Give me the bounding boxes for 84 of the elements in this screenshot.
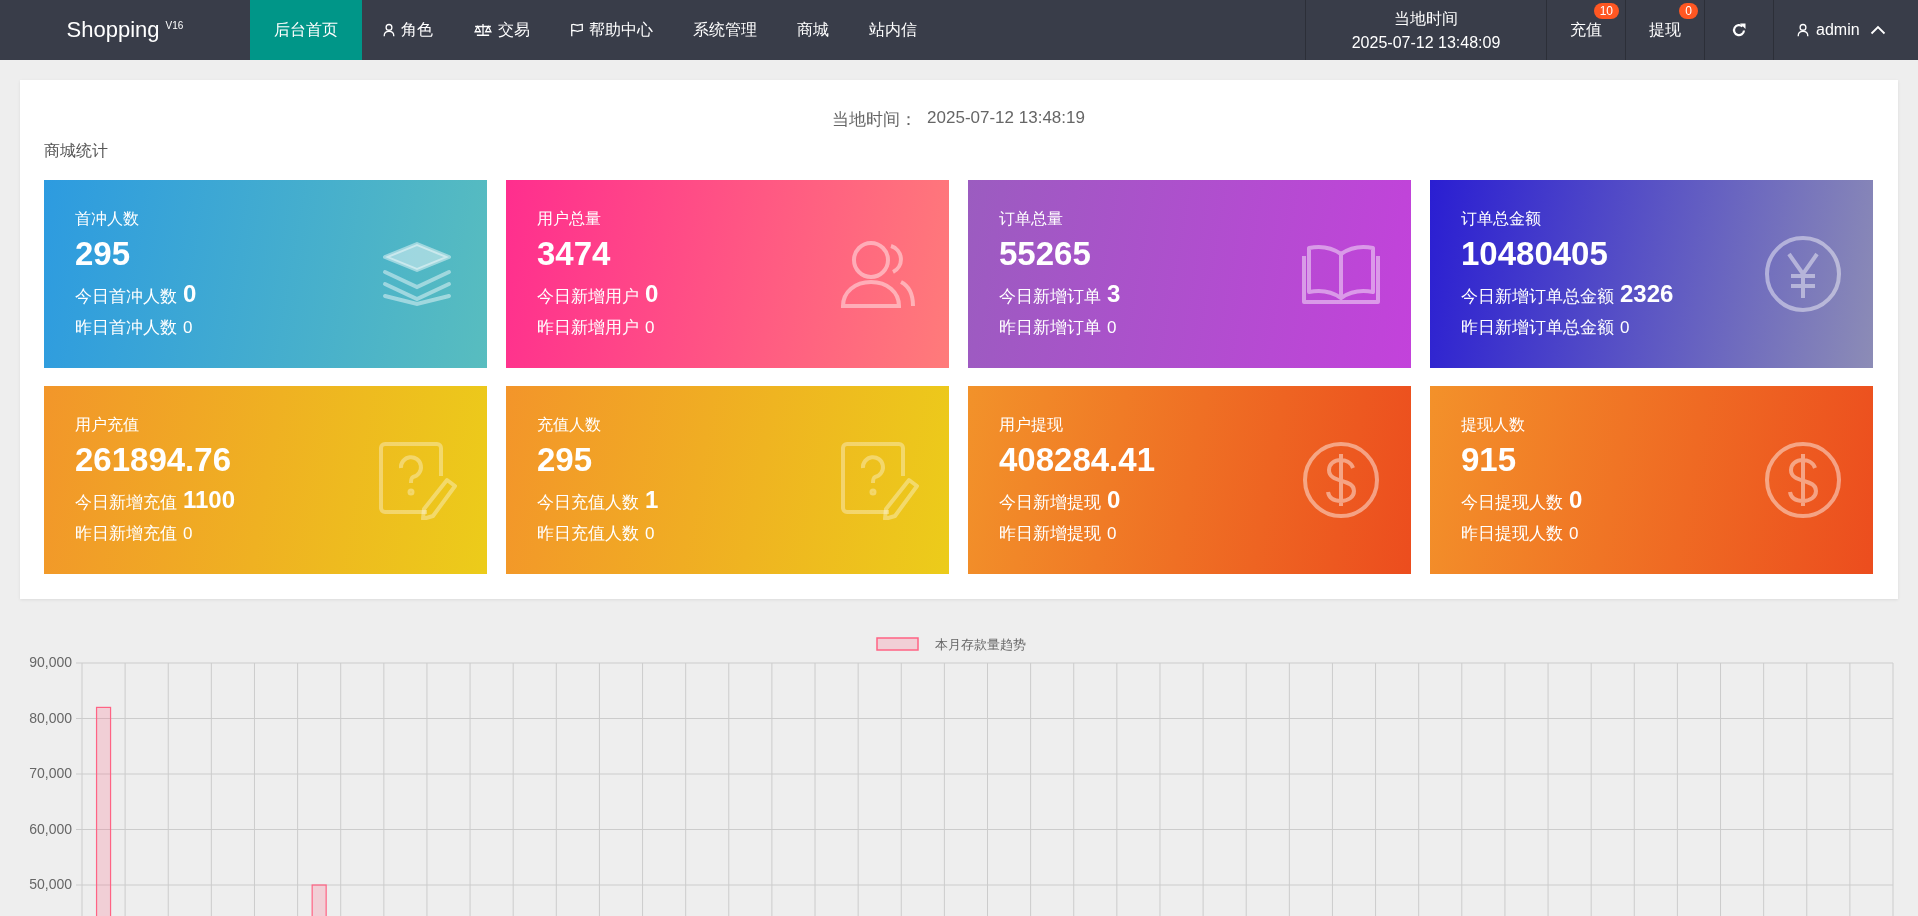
today-label: 今日新增充值	[75, 492, 177, 514]
today-label: 今日新增提现	[999, 492, 1101, 514]
note-pencil-icon	[377, 440, 457, 520]
today-label: 今日首冲人数	[75, 286, 177, 308]
dollar-coin-icon	[1763, 440, 1843, 520]
nav-tab[interactable]: 系统管理	[673, 0, 777, 60]
card-value: 408284.41	[999, 440, 1155, 480]
dollar-coin-icon	[1301, 440, 1381, 520]
today-value: 0	[645, 282, 659, 306]
flag-icon	[570, 23, 584, 37]
caret-up-icon[interactable]	[1869, 25, 1886, 35]
time-label: 当地时间：	[832, 109, 918, 131]
yen-coin-icon	[1763, 234, 1843, 314]
card-value: 295	[537, 440, 593, 480]
clock-time: 2025-07-12 13:48:09	[1351, 33, 1501, 52]
card-title: 用户提现	[999, 415, 1063, 435]
section-title: 商城统计	[44, 141, 109, 161]
today-value: 0	[1107, 488, 1121, 512]
card-title: 充值人数	[537, 415, 601, 435]
card-value: 10480405	[1461, 234, 1608, 274]
nav-tab[interactable]: 角色	[362, 0, 453, 60]
count-badge: 0	[1679, 3, 1698, 19]
y-axis-label: 60,000	[29, 820, 72, 837]
card-value: 55265	[999, 234, 1091, 274]
yesterday-value: 0	[1620, 318, 1630, 338]
card-title: 订单总金额	[1461, 209, 1541, 229]
y-axis-label: 80,000	[29, 709, 72, 726]
clock-label: 当地时间	[1394, 8, 1458, 29]
nav-tab[interactable]: 帮助中心	[550, 0, 673, 60]
refresh-icon[interactable]	[1731, 22, 1747, 38]
nav-tab[interactable]: 站内信	[849, 0, 937, 60]
legend-label: 本月存款量趋势	[935, 637, 1026, 652]
nav-tab[interactable]: 商城	[777, 0, 849, 60]
card-value: 295	[75, 234, 131, 274]
topbar-link[interactable]: 充值	[1570, 19, 1602, 41]
version-label: V16	[165, 19, 184, 31]
yesterday-value: 0	[183, 524, 193, 544]
yesterday-value: 0	[1107, 318, 1117, 338]
yesterday-value: 0	[183, 318, 193, 338]
nav-tab[interactable]: 交易	[453, 0, 550, 60]
y-axis-label: 90,000	[29, 654, 72, 670]
yesterday-label: 昨日新增用户	[537, 317, 639, 339]
today-label: 今日新增用户	[537, 286, 639, 308]
today-label: 今日充值人数	[537, 492, 639, 514]
yesterday-label: 昨日充值人数	[537, 523, 639, 545]
card-title: 提现人数	[1461, 415, 1525, 435]
today-label: 今日提现人数	[1461, 492, 1563, 514]
card-title: 订单总量	[999, 209, 1063, 229]
yesterday-value: 0	[1107, 524, 1117, 544]
yesterday-label: 昨日首冲人数	[75, 317, 177, 339]
today-value: 2326	[1620, 282, 1674, 306]
person-icon	[382, 23, 396, 37]
card-title: 用户充值	[75, 415, 139, 435]
today-value: 3	[1107, 282, 1121, 306]
card-value: 3474	[537, 234, 611, 274]
card-title: 用户总量	[537, 209, 601, 229]
y-axis-label: 50,000	[29, 876, 72, 892]
today-value: 1100	[183, 488, 236, 512]
card-value: 915	[1461, 440, 1517, 480]
scales-icon	[473, 23, 493, 37]
yesterday-value: 0	[645, 524, 655, 544]
today-value: 1	[645, 488, 659, 512]
y-axis-label: 70,000	[29, 765, 72, 781]
count-badge: 10	[1593, 3, 1619, 19]
today-label: 今日新增订单总金额	[1461, 286, 1614, 308]
note-pencil-icon	[839, 440, 919, 520]
time-value: 2025-07-12 13:48:19	[927, 108, 1085, 129]
yesterday-label: 昨日新增订单	[999, 317, 1101, 339]
nav-tab[interactable]: 后台首页	[250, 0, 362, 60]
yesterday-label: 昨日提现人数	[1461, 523, 1563, 545]
yesterday-label: 昨日新增充值	[75, 523, 177, 545]
yesterday-value: 0	[645, 318, 655, 338]
card-value: 261894.76	[75, 440, 231, 480]
yesterday-label: 昨日新增提现	[999, 523, 1101, 545]
user-icon	[1796, 23, 1810, 37]
topbar-link[interactable]: 提现	[1649, 19, 1681, 41]
today-label: 今日新增订单	[999, 286, 1101, 308]
today-value: 0	[183, 282, 197, 306]
card-title: 首冲人数	[75, 209, 139, 229]
yesterday-label: 昨日新增订单总金额	[1461, 317, 1614, 339]
user-menu[interactable]: admin	[1816, 21, 1860, 39]
yesterday-value: 0	[1569, 524, 1579, 544]
today-value: 0	[1569, 488, 1583, 512]
logo-text: Shopping	[66, 17, 160, 43]
